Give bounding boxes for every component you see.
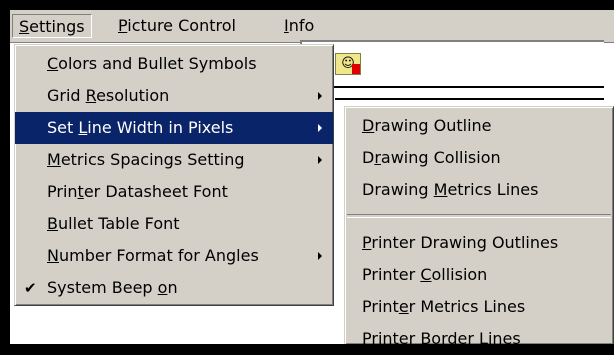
menu-item-printer-datasheet-font[interactable]: Printer Datasheet Font (15, 176, 333, 208)
menu-item-colors-and-bullet-symbols[interactable]: Colors and Bullet Symbols (15, 48, 333, 80)
menu-item-set-line-width-in-pixels[interactable]: Set Line Width in Pixels (15, 112, 333, 144)
bitmap-tool-accent (352, 64, 360, 74)
line-width-submenu: Drawing Outline Drawing Collision Drawin… (344, 106, 614, 348)
submenu-item-printer-border-lines[interactable]: Printer Border Lines (345, 323, 613, 355)
menu-info[interactable]: Info (278, 14, 320, 38)
menu-separator (347, 214, 611, 218)
submenu-arrow-icon (318, 124, 322, 132)
submenu-arrow-icon (318, 252, 322, 260)
menu-picture-control[interactable]: Picture Control (112, 14, 242, 38)
submenu-item-printer-drawing-outlines[interactable]: Printer Drawing Outlines (345, 227, 613, 259)
submenu-item-drawing-metrics-lines[interactable]: Drawing Metrics Lines (345, 174, 613, 206)
menu-item-metrics-spacings-setting[interactable]: Metrics Spacings Setting (15, 144, 333, 176)
menu-item-system-beep-on[interactable]: ✔ System Beep on (15, 272, 333, 304)
submenu-arrow-icon (318, 156, 322, 164)
menu-bar: Settings Picture Control Info (10, 10, 614, 43)
submenu-item-drawing-collision[interactable]: Drawing Collision (345, 142, 613, 174)
submenu-arrow-icon (318, 92, 322, 100)
bitmap-tool-icon[interactable]: ☺ (335, 53, 361, 75)
divider-line (335, 98, 604, 100)
submenu-item-printer-collision[interactable]: Printer Collision (345, 259, 613, 291)
submenu-item-drawing-outline[interactable]: Drawing Outline (345, 110, 613, 142)
menu-settings[interactable]: Settings (12, 14, 92, 38)
checkmark-icon: ✔ (24, 279, 37, 297)
menu-item-grid-resolution[interactable]: Grid Resolution (15, 80, 333, 112)
settings-menu: Colors and Bullet Symbols Grid Resolutio… (14, 44, 334, 306)
submenu-item-printer-metrics-lines[interactable]: Printer Metrics Lines (345, 291, 613, 323)
menu-item-bullet-table-font[interactable]: Bullet Table Font (15, 208, 333, 240)
menu-item-number-format-for-angles[interactable]: Number Format for Angles (15, 240, 333, 272)
